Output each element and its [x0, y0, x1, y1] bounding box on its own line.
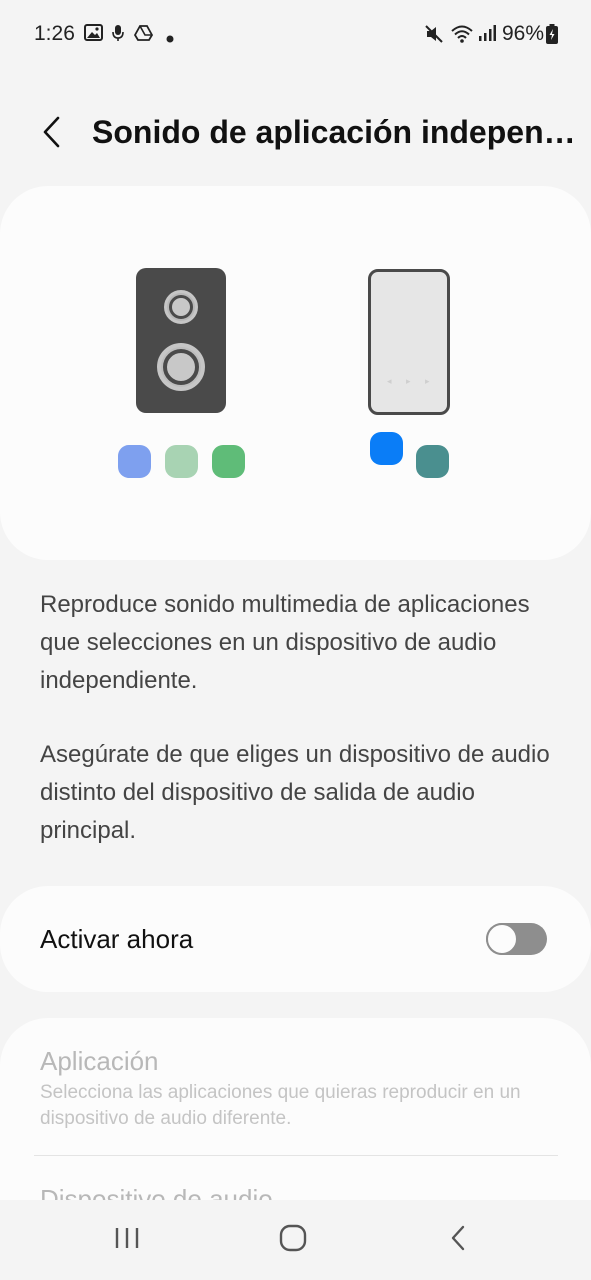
chevron-left-icon	[40, 115, 64, 154]
color-dot	[118, 445, 151, 478]
phone-illustration: ◂ ▸ ▸	[368, 269, 450, 415]
battery-percent: 96%	[502, 22, 545, 45]
application-subtitle: Selecciona las aplicaciones que quieras …	[40, 1082, 521, 1129]
status-time: 1:26	[34, 22, 75, 45]
description-paragraph-2: Asegúrate de que eliges un dispositivo d…	[40, 741, 550, 844]
home-icon	[279, 1224, 307, 1257]
activate-now-switch[interactable]	[486, 923, 547, 955]
status-bar: 1:26 96%	[0, 0, 591, 70]
home-button[interactable]	[263, 1218, 323, 1262]
application-title: Aplicación	[40, 1046, 159, 1076]
nav-back-button[interactable]	[428, 1218, 488, 1262]
recents-button[interactable]	[97, 1218, 157, 1262]
page-title: Sonido de aplicación independ…	[92, 114, 590, 150]
speaker-illustration	[136, 268, 226, 413]
activate-now-row[interactable]: Activar ahora	[0, 886, 591, 992]
divider	[34, 1155, 558, 1156]
recents-icon	[114, 1226, 140, 1255]
switch-knob	[486, 923, 518, 955]
dot-icon	[166, 30, 174, 48]
back-button[interactable]	[28, 110, 76, 158]
microphone-icon	[112, 24, 124, 47]
mute-icon	[424, 24, 444, 49]
signal-icon	[478, 24, 496, 47]
settings-card: Aplicación Selecciona las aplicaciones q…	[0, 1018, 591, 1218]
back-icon	[449, 1224, 467, 1257]
speaker-tweeter	[160, 286, 202, 328]
activate-now-label: Activar ahora	[40, 924, 194, 954]
color-dot	[370, 432, 403, 465]
wifi-icon	[450, 24, 474, 49]
navigation-bar	[0, 1200, 591, 1280]
image-icon	[84, 24, 103, 46]
phone-media-controls: ◂ ▸ ▸	[387, 376, 436, 386]
description-paragraph-1: Reproduce sonido multimedia de aplicacio…	[40, 591, 530, 694]
color-dot	[212, 445, 245, 478]
color-dot	[416, 445, 449, 478]
illustration-card: ◂ ▸ ▸	[0, 186, 591, 560]
speaker-woofer	[153, 339, 209, 395]
color-dot	[165, 445, 198, 478]
drive-icon	[133, 24, 154, 47]
battery-icon	[546, 24, 558, 49]
application-row[interactable]: Aplicación Selecciona las aplicaciones q…	[0, 1018, 591, 1154]
